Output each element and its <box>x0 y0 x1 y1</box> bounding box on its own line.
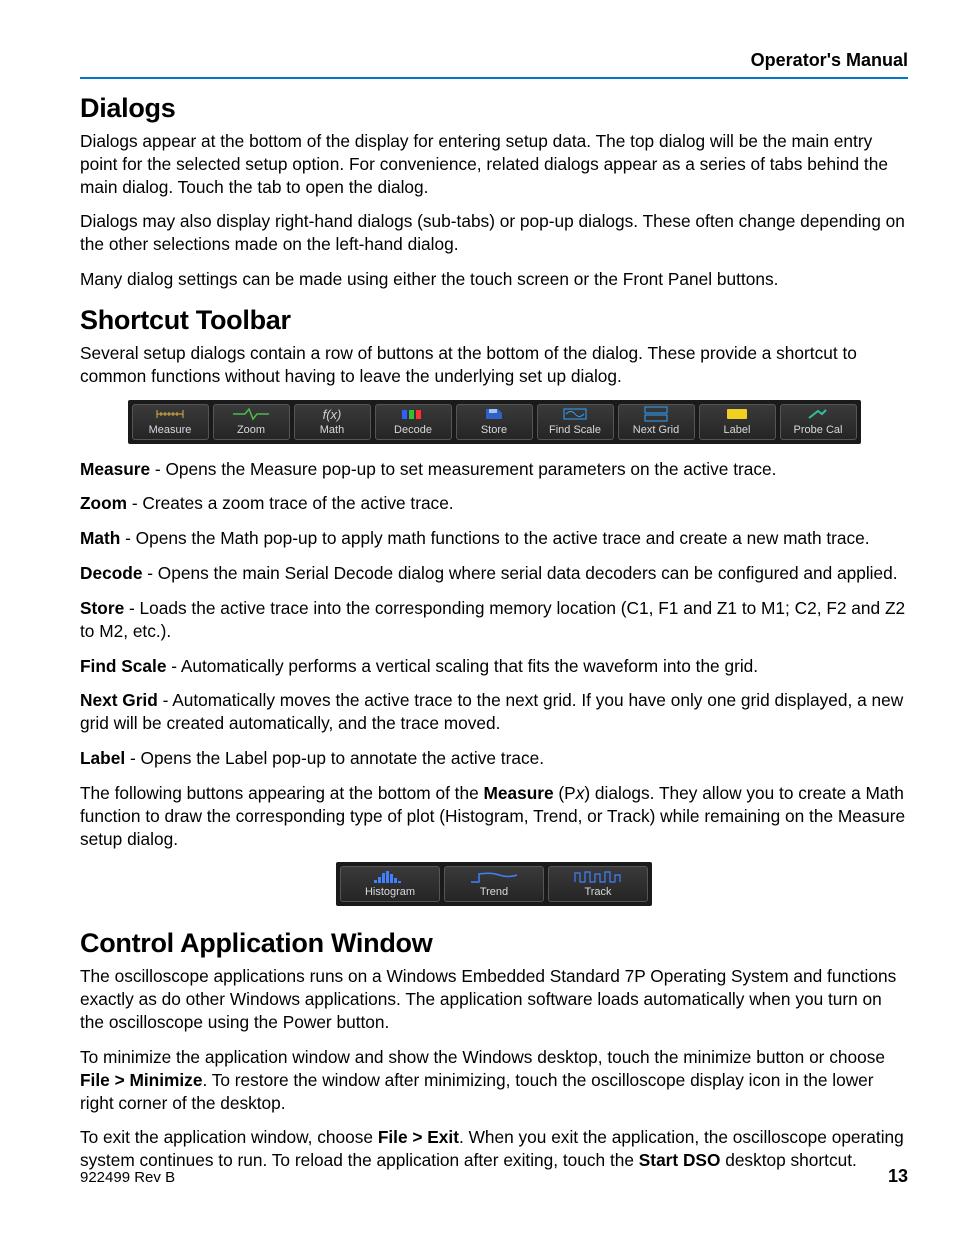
desc-math: Math - Opens the Math pop-up to apply ma… <box>80 527 908 550</box>
toolbar-btn-probe-cal[interactable]: Probe Cal <box>780 404 857 440</box>
toolbar-btn-label: Probe Cal <box>794 424 843 436</box>
shortcut-intro: Several setup dialogs contain a row of b… <box>80 342 908 388</box>
decode-icon <box>376 405 451 424</box>
shortcut-toolbar: Measure Zoom f(x) Math Decode Store <box>128 400 861 444</box>
histogram-icon <box>341 867 439 886</box>
toolbar-btn-histogram[interactable]: Histogram <box>340 866 440 902</box>
desc-next-grid: Next Grid - Automatically moves the acti… <box>80 689 908 735</box>
measure-icon <box>133 405 208 424</box>
desc-decode: Decode - Opens the main Serial Decode di… <box>80 562 908 585</box>
track-icon <box>549 867 647 886</box>
toolbar-btn-label: Label <box>724 424 751 436</box>
toolbar-btn-label: Math <box>320 424 344 436</box>
toolbar-btn-label: Store <box>481 424 507 436</box>
dialogs-p3: Many dialog settings can be made using e… <box>80 268 908 291</box>
toolbar-btn-zoom[interactable]: Zoom <box>213 404 290 440</box>
measure-plot-toolbar: Histogram Trend Track <box>336 862 652 906</box>
toolbar-btn-label: Track <box>584 886 611 898</box>
toolbar-btn-label: Trend <box>480 886 508 898</box>
header-manual-title: Operator's Manual <box>80 50 908 71</box>
header-rule <box>80 77 908 79</box>
find-scale-icon <box>538 405 613 424</box>
heading-control-app: Control Application Window <box>80 928 908 959</box>
toolbar-btn-label: Decode <box>394 424 432 436</box>
dialogs-p1: Dialogs appear at the bottom of the disp… <box>80 130 908 198</box>
desc-label: Label - Opens the Label pop-up to annota… <box>80 747 908 770</box>
toolbar-btn-label: Find Scale <box>549 424 601 436</box>
desc-find-scale: Find Scale - Automatically performs a ve… <box>80 655 908 678</box>
toolbar-btn-track[interactable]: Track <box>548 866 648 902</box>
desc-zoom: Zoom - Creates a zoom trace of the activ… <box>80 492 908 515</box>
math-icon: f(x) <box>295 405 370 424</box>
probe-cal-icon <box>781 405 856 424</box>
toolbar-btn-find-scale[interactable]: Find Scale <box>537 404 614 440</box>
footer-docid: 922499 Rev B <box>80 1169 175 1186</box>
trend-icon <box>445 867 543 886</box>
control-p1: The oscilloscope applications runs on a … <box>80 965 908 1033</box>
desc-measure: Measure - Opens the Measure pop-up to se… <box>80 458 908 481</box>
desc-store: Store - Loads the active trace into the … <box>80 597 908 643</box>
toolbar-btn-label: Histogram <box>365 886 415 898</box>
control-p2: To minimize the application window and s… <box>80 1046 908 1114</box>
toolbar-btn-next-grid[interactable]: Next Grid <box>618 404 695 440</box>
toolbar-btn-label-btn[interactable]: Label <box>699 404 776 440</box>
heading-dialogs: Dialogs <box>80 93 908 124</box>
next-grid-icon <box>619 405 694 424</box>
toolbar-btn-store[interactable]: Store <box>456 404 533 440</box>
toolbar-btn-decode[interactable]: Decode <box>375 404 452 440</box>
zoom-icon <box>214 405 289 424</box>
toolbar-btn-label: Next Grid <box>633 424 679 436</box>
toolbar-btn-label: Zoom <box>237 424 265 436</box>
measure-buttons-intro: The following buttons appearing at the b… <box>80 782 908 850</box>
dialogs-p2: Dialogs may also display right-hand dial… <box>80 210 908 256</box>
footer-page-number: 13 <box>888 1166 908 1187</box>
toolbar-btn-measure[interactable]: Measure <box>132 404 209 440</box>
label-icon <box>700 405 775 424</box>
toolbar-btn-trend[interactable]: Trend <box>444 866 544 902</box>
store-icon <box>457 405 532 424</box>
heading-shortcut-toolbar: Shortcut Toolbar <box>80 305 908 336</box>
toolbar-btn-math[interactable]: f(x) Math <box>294 404 371 440</box>
toolbar-btn-label: Measure <box>149 424 192 436</box>
